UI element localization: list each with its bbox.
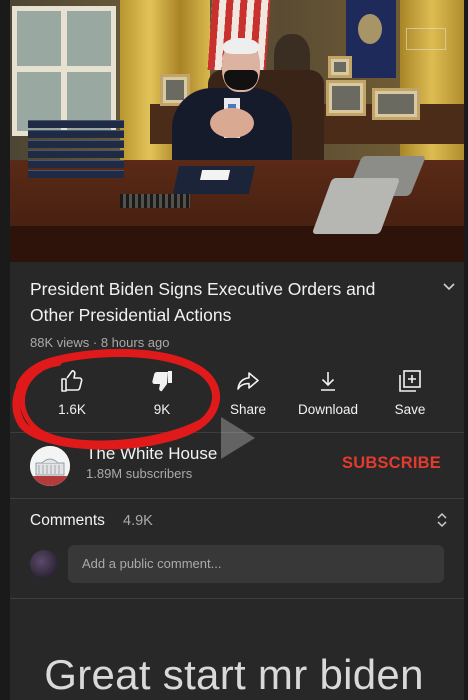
video-title-line: President Biden Signs Executive Orders a… [30,279,376,299]
save-button[interactable]: Save [368,366,452,417]
divider [10,598,464,599]
open-folder [173,166,255,194]
video-player[interactable] [10,0,464,262]
screen: President Biden Signs Executive Orders a… [0,0,468,700]
pen-tray [120,194,190,208]
curtain-right [400,0,464,170]
photo-frame [326,80,366,116]
watermark-logo [406,28,446,50]
folder-stack [28,120,124,128]
subscribe-button[interactable]: SUBSCRIBE [342,454,441,473]
folder-stack [28,160,124,168]
desk-edge [10,226,464,262]
presidential-flag [346,0,396,78]
divider [10,498,464,499]
subscriber-count: 1.89M subscribers [86,466,193,481]
expand-chevron-icon[interactable] [442,280,456,294]
sort-comments-icon[interactable] [436,511,448,529]
overlay-caption: Great start mr biden [44,651,424,698]
photo-frame [372,88,420,120]
folder-stack [28,130,124,138]
download-button[interactable]: Download [286,366,370,417]
user-avatar [30,550,58,578]
download-icon [321,372,335,391]
save-label: Save [394,402,426,417]
hair [223,38,259,54]
folder-stack [28,140,124,148]
folder-stack [28,150,124,158]
download-label: Download [297,402,359,417]
photo-frame [328,56,352,78]
video-title-line: Other Presidential Actions [30,305,232,325]
folder-stack [28,170,124,178]
comments-count: 4.9K [123,513,153,529]
clasped-hands [210,108,254,138]
comment-input[interactable]: Add a public comment... [68,545,444,583]
red-circle-annotation [12,348,221,450]
comments-label[interactable]: Comments [30,512,105,530]
save-playlist-icon [399,370,421,392]
window [12,6,116,136]
video-title[interactable]: President Biden Signs Executive Orders a… [30,276,430,328]
